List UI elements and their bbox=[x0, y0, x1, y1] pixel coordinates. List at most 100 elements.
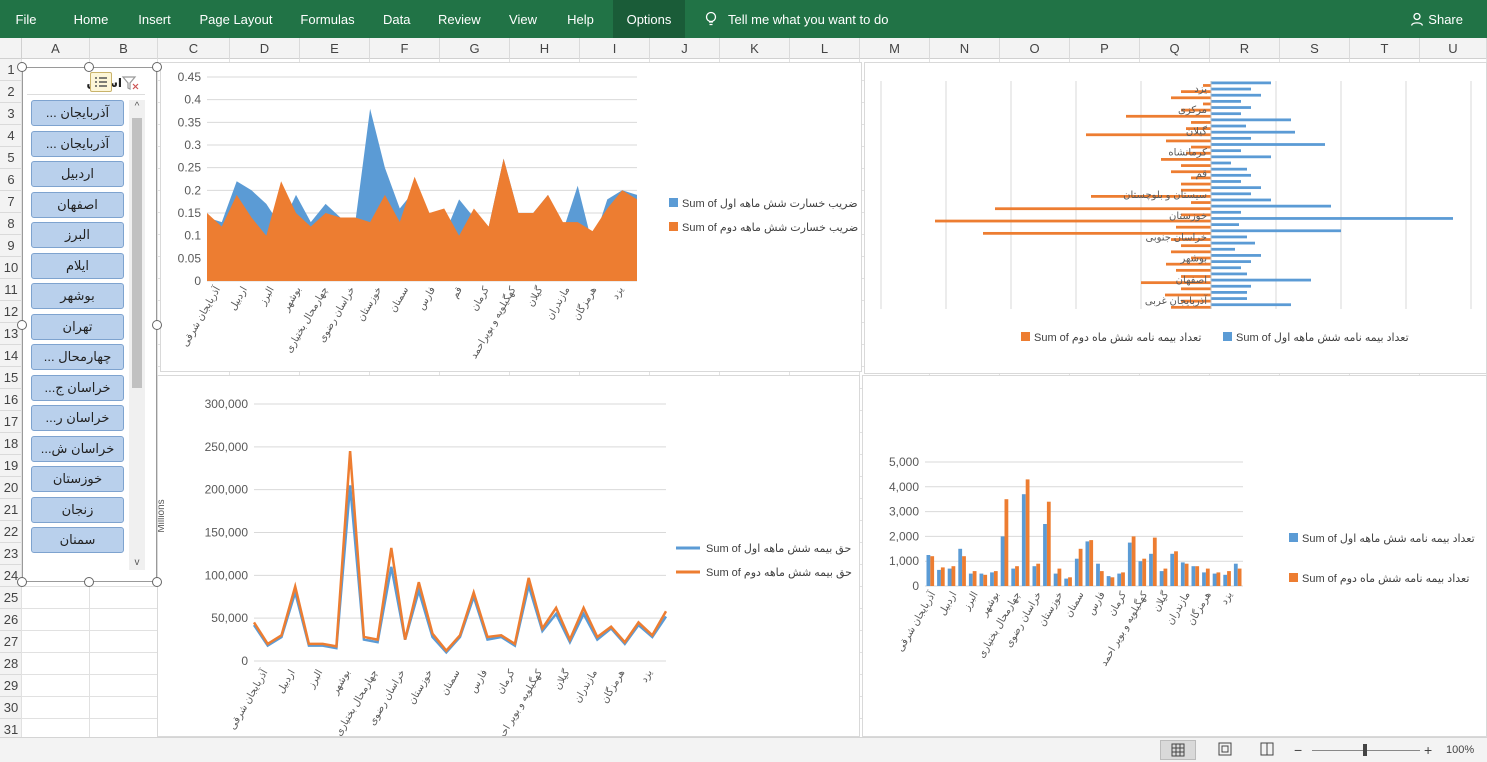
resize-handle[interactable] bbox=[84, 62, 94, 72]
slicer-item[interactable]: خراسان ش... bbox=[31, 435, 124, 462]
column-series-2[interactable] bbox=[1015, 566, 1019, 586]
bar-series-1[interactable] bbox=[1211, 93, 1261, 97]
bar-series-1[interactable] bbox=[1211, 210, 1241, 214]
tab-data[interactable]: Data bbox=[383, 0, 410, 38]
scroll-down-icon[interactable]: v bbox=[129, 556, 145, 570]
column-header[interactable]: A bbox=[22, 38, 90, 59]
row-header[interactable]: 20 bbox=[0, 477, 22, 499]
row-header[interactable]: 11 bbox=[0, 279, 22, 301]
row-header[interactable]: 18 bbox=[0, 433, 22, 455]
column-series-1[interactable] bbox=[1085, 541, 1090, 586]
column-series-1[interactable] bbox=[1212, 573, 1217, 586]
resize-handle[interactable] bbox=[17, 577, 27, 587]
bar-series-1[interactable] bbox=[1211, 180, 1241, 183]
column-series-2[interactable] bbox=[940, 567, 945, 586]
bar-series-1[interactable] bbox=[1211, 260, 1251, 263]
column-series-2[interactable] bbox=[972, 571, 977, 586]
bar-series-2[interactable] bbox=[1191, 121, 1211, 124]
tab-page-layout[interactable]: Page Layout bbox=[199, 0, 273, 38]
row-header[interactable]: 21 bbox=[0, 499, 22, 521]
row-header[interactable]: 15 bbox=[0, 367, 22, 389]
row-header[interactable]: 29 bbox=[0, 675, 22, 697]
bar-series-2[interactable] bbox=[1191, 201, 1211, 204]
bar-series-1[interactable] bbox=[1211, 155, 1271, 159]
slicer-item[interactable]: آذربایجان ... bbox=[31, 130, 124, 157]
column-series-2[interactable] bbox=[1004, 499, 1009, 586]
tab-help[interactable]: Help bbox=[566, 0, 595, 38]
tab-home[interactable]: Home bbox=[73, 0, 109, 38]
column-series-2[interactable] bbox=[1121, 572, 1125, 586]
column-series-2[interactable] bbox=[1131, 536, 1136, 586]
column-series-2[interactable] bbox=[1227, 571, 1231, 586]
row-header[interactable]: 22 bbox=[0, 521, 22, 543]
bar-series-1[interactable] bbox=[1211, 136, 1251, 140]
page-layout-button[interactable] bbox=[1210, 740, 1240, 760]
column-header[interactable]: L bbox=[790, 38, 860, 59]
bar-series-1[interactable] bbox=[1211, 124, 1246, 128]
column-series-1[interactable] bbox=[1127, 542, 1132, 586]
bar-series-2[interactable] bbox=[1166, 139, 1211, 143]
row-header[interactable]: 30 bbox=[0, 697, 22, 719]
column-header[interactable]: T bbox=[1350, 38, 1420, 59]
slicer-item[interactable]: البرز bbox=[31, 222, 124, 248]
scroll-up-icon[interactable]: ^ bbox=[129, 100, 145, 114]
column-series-2[interactable] bbox=[983, 574, 988, 586]
bar-series-1[interactable] bbox=[1211, 235, 1247, 239]
column-series-1[interactable] bbox=[1096, 563, 1100, 586]
row-header[interactable]: 17 bbox=[0, 411, 22, 433]
column-header[interactable]: N bbox=[930, 38, 1000, 59]
row-header[interactable]: 23 bbox=[0, 543, 22, 565]
column-header[interactable]: I bbox=[580, 38, 650, 59]
column-series-2[interactable] bbox=[993, 571, 998, 586]
column-series-2[interactable] bbox=[1142, 558, 1147, 586]
column-header[interactable]: B bbox=[90, 38, 158, 59]
slicer-item[interactable]: سمنان bbox=[31, 527, 124, 553]
slicer-item[interactable]: خراسان ر... bbox=[31, 405, 124, 431]
column-series-2[interactable] bbox=[1216, 572, 1221, 586]
zoom-in-button[interactable]: + bbox=[1424, 740, 1438, 760]
row-header[interactable]: 8 bbox=[0, 213, 22, 235]
tab-insert[interactable]: Insert bbox=[138, 0, 171, 38]
bar-series-1[interactable] bbox=[1211, 266, 1241, 270]
bar-series-1[interactable] bbox=[1211, 173, 1251, 177]
column-series-2[interactable] bbox=[930, 556, 935, 586]
column-header[interactable]: D bbox=[230, 38, 300, 59]
row-header[interactable]: 10 bbox=[0, 257, 22, 279]
column-series-1[interactable] bbox=[958, 548, 963, 586]
column-series-2[interactable] bbox=[1110, 577, 1115, 586]
bar-series-2[interactable] bbox=[995, 207, 1211, 211]
column-series-2[interactable] bbox=[1036, 563, 1041, 586]
row-header[interactable]: 4 bbox=[0, 125, 22, 147]
resize-handle[interactable] bbox=[152, 577, 162, 587]
tab-file[interactable]: File bbox=[15, 0, 37, 38]
bar-series-1[interactable] bbox=[1211, 272, 1247, 276]
column-series-1[interactable] bbox=[1074, 558, 1079, 586]
column-header[interactable]: C bbox=[158, 38, 230, 59]
zoom-slider-thumb[interactable] bbox=[1363, 744, 1367, 756]
column-series-1[interactable] bbox=[1011, 568, 1016, 586]
bar-series-1[interactable] bbox=[1211, 186, 1261, 190]
resize-handle[interactable] bbox=[84, 577, 94, 587]
bar-series-1[interactable] bbox=[1211, 167, 1247, 171]
column-series-1[interactable] bbox=[1043, 524, 1047, 586]
row-header[interactable]: 19 bbox=[0, 455, 22, 477]
column-header[interactable]: J bbox=[650, 38, 720, 59]
column-header[interactable]: G bbox=[440, 38, 510, 59]
zoom-out-button[interactable]: − bbox=[1294, 740, 1308, 760]
column-series-2[interactable] bbox=[1099, 571, 1104, 586]
chart-premium-line[interactable]: 0 50,000 100,000 150,000 200,000 250,000 300,0… bbox=[157, 375, 860, 737]
resize-handle[interactable] bbox=[17, 62, 27, 72]
column-header[interactable]: Q bbox=[1140, 38, 1210, 59]
multi-select-button[interactable] bbox=[90, 72, 112, 92]
bar-series-1[interactable] bbox=[1211, 204, 1331, 208]
chart-loss-ratio-area[interactable]: 0 0.05 0.1 0.15 0.2 0.25 0.3 0.35 0.4 0.45 آذربایج… bbox=[160, 62, 862, 372]
slicer-item[interactable]: تهران bbox=[31, 313, 124, 340]
bar-series-2[interactable] bbox=[1181, 182, 1211, 186]
column-header[interactable]: P bbox=[1070, 38, 1140, 59]
slicer-item[interactable]: اردبیل bbox=[31, 161, 124, 187]
slicer-scrollbar[interactable]: ^ v bbox=[129, 100, 145, 570]
bar-series-1[interactable] bbox=[1211, 99, 1241, 103]
slicer-scroll-thumb[interactable] bbox=[132, 118, 142, 388]
column-series-1[interactable] bbox=[937, 569, 941, 586]
select-all-corner[interactable] bbox=[0, 38, 22, 59]
